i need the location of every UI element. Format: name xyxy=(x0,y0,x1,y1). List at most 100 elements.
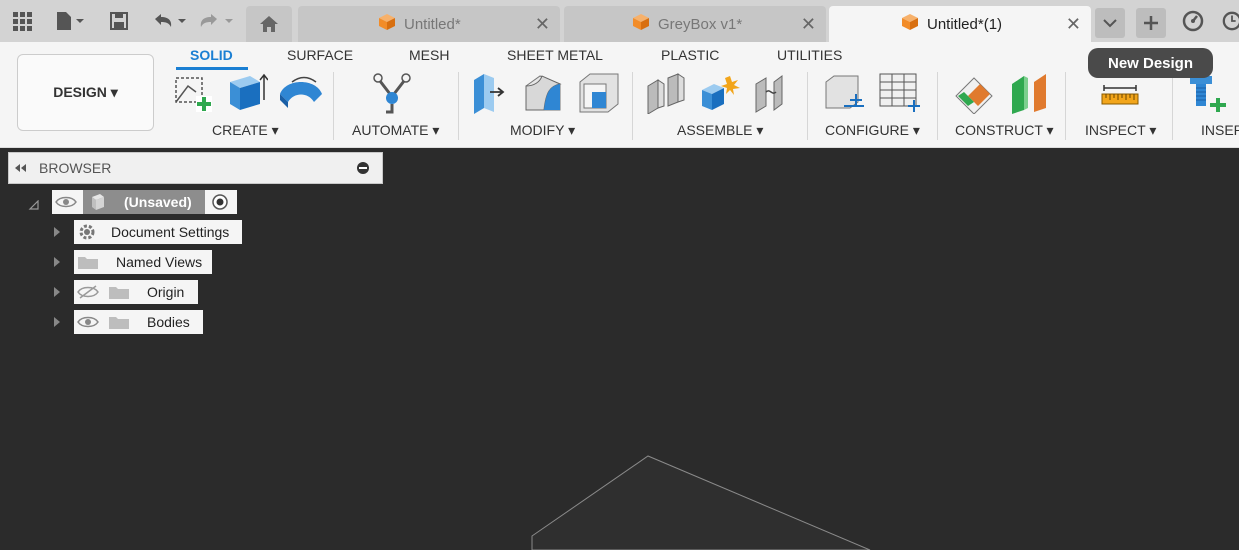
clock-icon[interactable] xyxy=(1222,8,1239,34)
create-sketch-icon[interactable] xyxy=(172,72,214,117)
apps-grid-icon[interactable] xyxy=(10,8,34,34)
save-icon xyxy=(110,12,128,30)
expand-arrow-icon[interactable] xyxy=(54,257,60,267)
press-pull-icon[interactable] xyxy=(470,72,510,119)
browser-item-bodies[interactable]: Bodies xyxy=(74,310,203,334)
group-divider xyxy=(632,72,633,140)
new-component-icon[interactable] xyxy=(644,72,688,119)
revolve-icon[interactable] xyxy=(278,72,324,117)
plane-at-angle-icon[interactable] xyxy=(1008,72,1052,119)
active-tab-indicator xyxy=(176,67,248,70)
shell-icon[interactable] xyxy=(576,72,620,119)
minimize-icon[interactable] xyxy=(356,161,370,175)
visibility-eye-icon[interactable] xyxy=(77,314,99,330)
save-button[interactable] xyxy=(108,8,130,34)
automate-icon[interactable] xyxy=(372,72,412,119)
document-tab-untitled[interactable]: Untitled* ✕ xyxy=(298,6,560,42)
close-tab-icon[interactable]: ✕ xyxy=(801,14,816,35)
expand-arrow-icon[interactable] xyxy=(54,317,60,327)
group-divider xyxy=(333,72,334,140)
parameters-icon[interactable] xyxy=(822,72,866,119)
item-label: Origin xyxy=(147,284,185,300)
browser-panel-header[interactable]: BROWSER xyxy=(8,152,383,184)
job-status-button[interactable] xyxy=(1180,8,1206,34)
folder-icon xyxy=(78,257,98,269)
expand-root-icon[interactable] xyxy=(28,197,40,215)
tab-overflow-button[interactable] xyxy=(1095,8,1125,38)
tab-surface[interactable]: SURFACE xyxy=(287,47,353,63)
hidden-eye-icon[interactable] xyxy=(77,284,99,300)
measure-icon[interactable] xyxy=(1100,84,1140,111)
item-label: Named Views xyxy=(116,254,203,270)
design-cube-icon xyxy=(901,13,919,35)
modify-group-label[interactable]: MODIFY ▾ xyxy=(510,122,575,139)
visibility-eye-icon[interactable] xyxy=(55,194,77,210)
offset-plane-icon[interactable] xyxy=(954,72,998,119)
new-design-button[interactable] xyxy=(1136,8,1166,38)
construct-group-label[interactable]: CONSTRUCT ▾ xyxy=(955,122,1054,139)
extrude-icon[interactable] xyxy=(226,72,269,117)
collapse-panel-icon[interactable] xyxy=(14,163,28,173)
group-divider xyxy=(1065,72,1066,140)
tab-utilities[interactable]: UTILITIES xyxy=(777,47,842,63)
group-divider xyxy=(458,72,459,140)
document-tab-bar: Untitled* ✕ GreyBox v1* ✕ Untitled*(1) ✕ xyxy=(0,0,1239,42)
file-icon xyxy=(57,12,84,30)
root-label: (Unsaved) xyxy=(124,194,192,210)
group-divider xyxy=(937,72,938,140)
item-label: Bodies xyxy=(147,314,190,330)
as-built-joint-icon[interactable] xyxy=(752,72,792,119)
tab-title: Untitled* xyxy=(404,15,461,33)
redo-icon xyxy=(200,14,233,27)
tab-sheet-metal[interactable]: SHEET METAL xyxy=(507,47,603,63)
insert-group-label[interactable]: INSER xyxy=(1201,122,1239,138)
new-design-tooltip: New Design xyxy=(1088,48,1213,78)
create-group-label[interactable]: CREATE ▾ xyxy=(212,122,279,139)
tab-title: GreyBox v1* xyxy=(658,15,743,33)
design-cube-icon xyxy=(632,13,650,35)
job-status-icon xyxy=(1182,10,1204,32)
browser-item-origin[interactable]: Origin xyxy=(74,280,198,304)
folder-icon xyxy=(109,317,129,329)
tab-mesh[interactable]: MESH xyxy=(409,47,449,63)
tab-plastic[interactable]: PLASTIC xyxy=(661,47,719,63)
chevron-down-icon xyxy=(1103,19,1117,28)
toolbar-ribbon: DESIGN ▾ SOLID SURFACE MESH SHEET METAL … xyxy=(0,42,1239,148)
gear-icon xyxy=(79,224,95,240)
undo-button[interactable] xyxy=(150,8,188,34)
close-tab-icon[interactable]: ✕ xyxy=(1066,14,1081,35)
group-divider xyxy=(807,72,808,140)
fillet-icon[interactable] xyxy=(522,72,566,119)
browser-item-document-settings[interactable]: Document Settings xyxy=(74,220,242,244)
inspect-group-label[interactable]: INSPECT ▾ xyxy=(1085,122,1156,139)
root-component-node[interactable]: (Unsaved) xyxy=(52,190,237,214)
folder-icon xyxy=(109,287,129,299)
home-icon xyxy=(260,16,278,32)
document-tab-greybox[interactable]: GreyBox v1* ✕ xyxy=(564,6,826,42)
workspace-switcher-button[interactable]: DESIGN ▾ xyxy=(17,54,154,131)
group-divider xyxy=(1172,72,1173,140)
joint-icon[interactable] xyxy=(700,72,744,119)
item-label: Document Settings xyxy=(111,224,230,240)
configure-group-label[interactable]: CONFIGURE ▾ xyxy=(825,122,920,139)
undo-icon xyxy=(155,14,186,27)
file-menu-button[interactable] xyxy=(52,8,88,34)
activate-radio-icon[interactable] xyxy=(211,193,229,211)
browser-item-named-views[interactable]: Named Views xyxy=(74,250,212,274)
close-tab-icon[interactable]: ✕ xyxy=(535,14,550,35)
expand-arrow-icon[interactable] xyxy=(54,287,60,297)
expand-arrow-icon[interactable] xyxy=(54,227,60,237)
automate-group-label[interactable]: AUTOMATE ▾ xyxy=(352,122,439,139)
browser-title: BROWSER xyxy=(39,160,112,176)
document-tab-untitled-1[interactable]: Untitled*(1) ✕ xyxy=(829,6,1091,42)
plus-icon xyxy=(1144,16,1158,30)
configuration-table-icon[interactable] xyxy=(878,72,922,119)
redo-button[interactable] xyxy=(196,8,236,34)
insert-icon[interactable] xyxy=(1188,72,1232,119)
tab-solid[interactable]: SOLID xyxy=(190,47,233,63)
tab-title: Untitled*(1) xyxy=(927,15,1003,33)
design-cube-icon xyxy=(378,13,396,35)
assemble-group-label[interactable]: ASSEMBLE ▾ xyxy=(677,122,763,139)
home-tab-button[interactable] xyxy=(246,6,292,42)
component-icon xyxy=(92,194,104,210)
